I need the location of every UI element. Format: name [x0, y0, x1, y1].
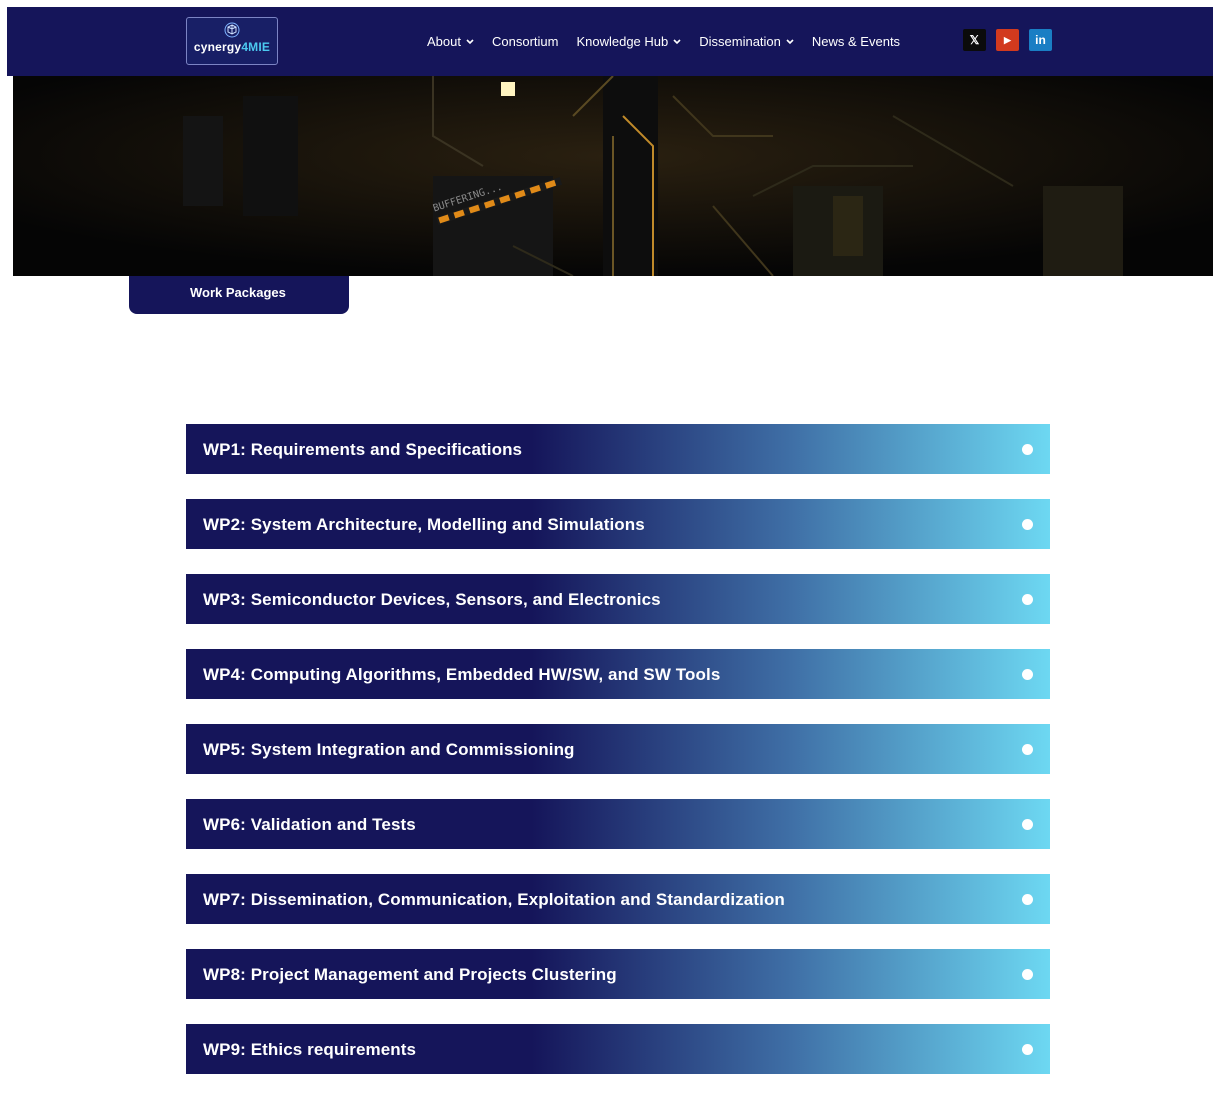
- circuit-board-illustration: BUFFERING...: [13, 76, 1213, 276]
- accordion-item-wp4[interactable]: WP4: Computing Algorithms, Embedded HW/S…: [186, 649, 1050, 699]
- accordion-item-wp2[interactable]: WP2: System Architecture, Modelling and …: [186, 499, 1050, 549]
- chevron-down-icon: [466, 38, 474, 44]
- accordion-item-title: WP2: System Architecture, Modelling and …: [203, 515, 645, 534]
- chevron-down-icon: [786, 38, 794, 44]
- accordion-item-wp5[interactable]: WP5: System Integration and Commissionin…: [186, 724, 1050, 774]
- site-header: cynergy4MIE About Consortium Knowledge Hub…: [7, 7, 1213, 76]
- expand-toggle-icon[interactable]: [1022, 744, 1033, 755]
- nav-item-label: Dissemination: [699, 34, 781, 49]
- nav-item-label: Knowledge Hub: [576, 34, 669, 49]
- accordion-item-title: WP8: Project Management and Projects Clu…: [203, 965, 617, 984]
- accordion-item-title: WP4: Computing Algorithms, Embedded HW/S…: [203, 665, 721, 684]
- accordion-item-title: WP5: System Integration and Commissionin…: [203, 740, 575, 759]
- expand-toggle-icon[interactable]: [1022, 669, 1033, 680]
- cube-logo-icon: [224, 22, 240, 38]
- accordion-item-wp7[interactable]: WP7: Dissemination, Communication, Explo…: [186, 874, 1050, 924]
- accordion-item-wp6[interactable]: WP6: Validation and Tests: [186, 799, 1050, 849]
- nav-item-label: About: [427, 34, 461, 49]
- nav-item-knowledge-hub[interactable]: Knowledge Hub: [576, 34, 681, 49]
- accordion-item-wp9[interactable]: WP9: Ethics requirements: [186, 1024, 1050, 1074]
- accordion-item-wp1[interactable]: WP1: Requirements and Specifications: [186, 424, 1050, 474]
- nav-item-about[interactable]: About: [427, 34, 474, 49]
- accordion-item-title: WP7: Dissemination, Communication, Explo…: [203, 890, 785, 909]
- x-twitter-icon[interactable]: 𝕏: [963, 29, 986, 51]
- expand-toggle-icon[interactable]: [1022, 594, 1033, 605]
- accordion-item-wp8[interactable]: WP8: Project Management and Projects Clu…: [186, 949, 1050, 999]
- nav-item-news-events[interactable]: News & Events: [812, 34, 900, 49]
- nav-item-consortium[interactable]: Consortium: [492, 34, 558, 49]
- expand-toggle-icon[interactable]: [1022, 969, 1033, 980]
- accordion-item-title: WP3: Semiconductor Devices, Sensors, and…: [203, 590, 661, 609]
- site-logo[interactable]: cynergy4MIE: [186, 17, 278, 65]
- chevron-down-icon: [673, 38, 681, 44]
- youtube-icon[interactable]: ▶: [996, 29, 1019, 51]
- section-tag-work-packages: Work Packages: [129, 276, 349, 314]
- nav-item-label: News & Events: [811, 34, 901, 49]
- expand-toggle-icon[interactable]: [1022, 519, 1033, 530]
- accordion-item-title: WP1: Requirements and Specifications: [203, 440, 523, 459]
- nav-item-dissemination[interactable]: Dissemination: [699, 34, 794, 49]
- expand-toggle-icon[interactable]: [1022, 444, 1033, 455]
- main-navigation: About Consortium Knowledge Hub Disseminatio…: [427, 7, 918, 76]
- expand-toggle-icon[interactable]: [1022, 1044, 1033, 1055]
- expand-toggle-icon[interactable]: [1022, 894, 1033, 905]
- linkedin-icon[interactable]: in: [1029, 29, 1052, 51]
- logo-text: cynergy4MIE: [193, 40, 271, 54]
- expand-toggle-icon[interactable]: [1022, 819, 1033, 830]
- hero-banner-image: BUFFERING...: [13, 76, 1213, 276]
- accordion-item-title: WP9: Ethics requirements: [203, 1040, 417, 1059]
- work-packages-accordion: WP1: Requirements and Specifications WP2:…: [186, 424, 1050, 1099]
- accordion-item-title: WP6: Validation and Tests: [203, 815, 416, 834]
- nav-item-label: Consortium: [491, 34, 559, 49]
- accordion-item-wp3[interactable]: WP3: Semiconductor Devices, Sensors, and…: [186, 574, 1050, 624]
- social-links: 𝕏 ▶ in: [963, 29, 1062, 51]
